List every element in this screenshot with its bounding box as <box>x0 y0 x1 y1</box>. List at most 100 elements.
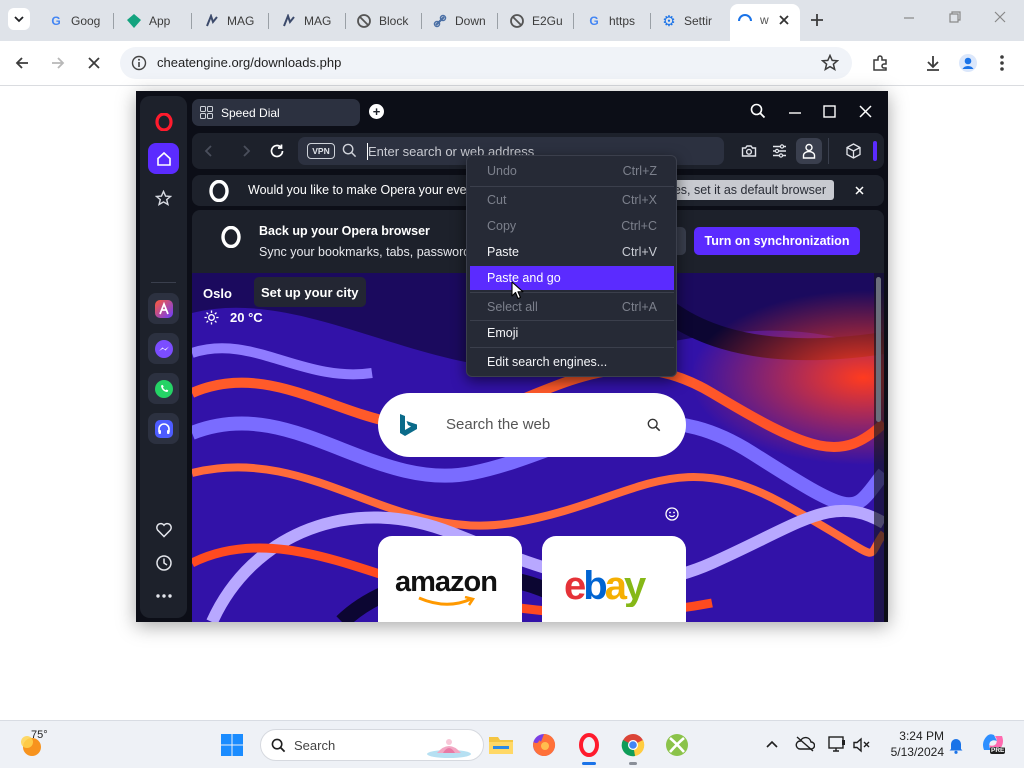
web-search-box[interactable]: Search the web <box>378 393 686 457</box>
mouse-cursor-icon <box>511 281 524 300</box>
menu-item-paste-and-go[interactable]: Paste and go <box>470 266 674 290</box>
sidebar-toggle-indicator[interactable] <box>873 141 877 161</box>
set-up-city-button[interactable]: Set up your city <box>254 277 366 307</box>
search-icon[interactable] <box>750 103 766 119</box>
tab-settings[interactable]: ⚙ Settir <box>661 6 717 35</box>
smiley-icon[interactable] <box>665 507 679 521</box>
menu-item-cut[interactable]: Cut Ctrl+X <box>470 188 674 212</box>
stop-loading-button[interactable] <box>84 53 104 73</box>
forward-button[interactable] <box>48 53 68 73</box>
taskbar-firefox[interactable] <box>528 729 560 761</box>
menu-item-emoji[interactable]: Emoji <box>470 321 674 345</box>
tab-label: w <box>760 13 769 27</box>
tab-google[interactable]: G Goog <box>48 6 104 35</box>
menu-item-shortcut: Ctrl+Z <box>622 164 657 178</box>
menu-item-undo[interactable]: Undo Ctrl+Z <box>470 159 674 183</box>
opera-account-button[interactable] <box>796 138 822 164</box>
menu-item-shortcut: Ctrl+X <box>621 193 657 207</box>
menu-item-select-all[interactable]: Select all Ctrl+A <box>470 295 674 319</box>
tab-mag-2[interactable]: MAG <box>281 6 337 35</box>
sidebar-whatsapp-button[interactable] <box>148 373 179 404</box>
back-button[interactable] <box>12 53 32 73</box>
tab-search-button[interactable] <box>8 8 30 30</box>
menu-separator <box>470 347 674 348</box>
minimize-icon[interactable] <box>788 111 802 115</box>
menu-item-edit-search-engines[interactable]: Edit search engines... <box>470 350 674 374</box>
sidebar-more-button[interactable] <box>148 580 179 611</box>
sidebar-history-button[interactable] <box>148 547 179 578</box>
close-icon[interactable] <box>778 14 790 26</box>
opera-logo-button[interactable] <box>148 106 179 137</box>
speed-dial-tile-amazon[interactable]: amazon <box>378 536 522 622</box>
vpn-badge[interactable]: VPN <box>307 143 335 159</box>
set-default-button[interactable]: Yes, set it as default browser <box>668 180 834 200</box>
opera-logo-icon <box>221 226 241 248</box>
tab-strip: G Goog App MAG MAG Block Down E2Gu G htt… <box>0 0 1024 41</box>
maximize-icon[interactable] <box>823 105 836 118</box>
cube-icon[interactable] <box>846 143 861 159</box>
tab-mag-1[interactable]: MAG <box>204 6 260 35</box>
menu-item-copy[interactable]: Copy Ctrl+C <box>470 214 674 238</box>
reload-icon[interactable] <box>269 143 285 159</box>
taskbar-xbox[interactable] <box>661 729 693 761</box>
extensions-button[interactable] <box>870 53 890 73</box>
arrow-left-icon[interactable] <box>202 144 216 158</box>
menu-item-label: Select all <box>487 300 538 314</box>
sidebar-messenger-button[interactable] <box>148 333 179 364</box>
start-button[interactable] <box>216 729 248 761</box>
tab-https[interactable]: G https <box>586 6 642 35</box>
sidebar-player-button[interactable] <box>148 413 179 444</box>
volume-muted-icon[interactable] <box>853 737 871 753</box>
star-icon[interactable] <box>821 54 839 72</box>
notification-bell-icon[interactable] <box>948 736 964 754</box>
tab-block[interactable]: Block <box>356 6 412 35</box>
chevron-up-icon[interactable] <box>766 740 778 748</box>
scrollbar-track[interactable] <box>874 273 884 622</box>
menu-button[interactable] <box>992 53 1012 73</box>
sidebar-favorites-button[interactable] <box>148 514 179 545</box>
sidebar-divider <box>151 282 176 283</box>
downloads-button[interactable] <box>923 53 943 73</box>
turn-on-sync-button[interactable]: Turn on synchronization <box>694 227 860 255</box>
search-icon[interactable] <box>647 418 661 432</box>
restore-button[interactable] <box>949 10 961 27</box>
tab-e2gu[interactable]: E2Gu <box>509 6 565 35</box>
speed-dial-tile-ebay[interactable]: ebay <box>542 536 686 622</box>
taskbar-search-box[interactable]: Search <box>260 729 484 761</box>
opera-new-tab-button[interactable]: + <box>369 104 384 119</box>
profile-button[interactable] <box>958 53 978 73</box>
menu-item-shortcut: Ctrl+A <box>621 300 657 314</box>
menu-item-paste[interactable]: Paste Ctrl+V <box>470 240 674 264</box>
aria-icon <box>154 299 173 318</box>
copilot-button[interactable]: PRE <box>981 732 1006 758</box>
minimize-button[interactable] <box>903 10 915 27</box>
easy-setup-icon[interactable] <box>772 144 787 158</box>
running-indicator <box>629 762 637 765</box>
tab-active[interactable]: w <box>730 4 800 41</box>
sidebar-home-button[interactable] <box>148 143 179 174</box>
weather-widget[interactable]: 75° <box>20 729 60 760</box>
tab-app[interactable]: App <box>126 6 182 35</box>
close-icon[interactable] <box>859 105 872 118</box>
arrow-right-icon[interactable] <box>239 144 253 158</box>
plus-icon <box>811 14 823 26</box>
address-bar[interactable]: cheatengine.org/downloads.php <box>120 47 852 79</box>
opera-tab-speed-dial[interactable]: Speed Dial <box>192 99 360 126</box>
menu-item-label: Copy <box>487 219 517 233</box>
taskbar-file-explorer[interactable] <box>485 729 517 761</box>
sidebar-aria-button[interactable] <box>148 293 179 324</box>
new-tab-button[interactable] <box>810 10 824 33</box>
cloud-off-icon[interactable] <box>795 736 815 752</box>
taskbar-chrome[interactable] <box>617 729 649 765</box>
sidebar-bookmarks-button[interactable] <box>148 183 179 214</box>
tab-down[interactable]: Down <box>432 6 488 35</box>
camera-icon[interactable] <box>741 143 757 159</box>
close-icon[interactable] <box>855 186 864 195</box>
menu-item-label: Cut <box>487 193 507 207</box>
display-icon[interactable] <box>828 736 846 753</box>
taskbar-opera[interactable] <box>572 729 606 765</box>
clock-area[interactable]: 3:24 PM 5/13/2024 <box>880 728 944 762</box>
close-window-button[interactable] <box>994 10 1006 27</box>
scrollbar-thumb[interactable] <box>876 277 881 422</box>
restore-icon <box>949 11 961 23</box>
